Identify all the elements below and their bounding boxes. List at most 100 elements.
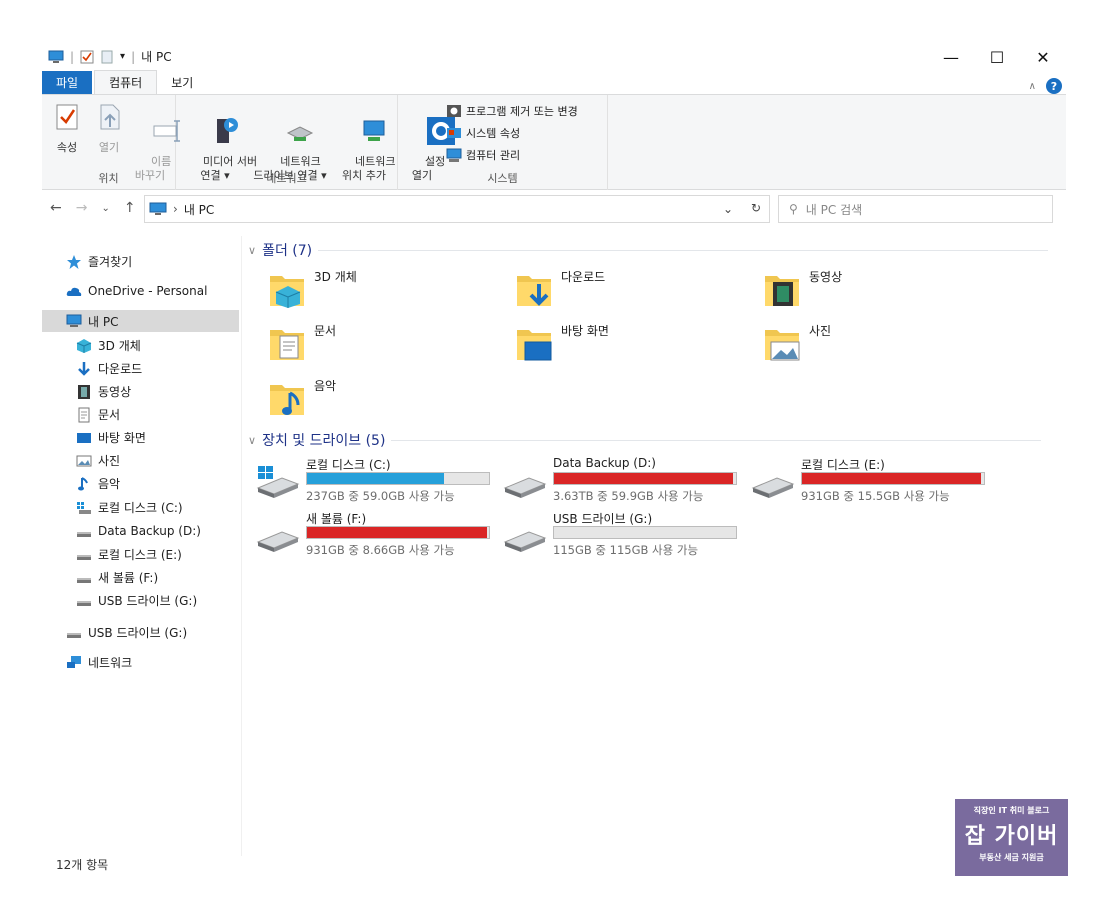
computer-management-label: 컴퓨터 관리 [466,149,521,162]
drive-tile[interactable]: 로컬 디스크 (C:) 237GB 중 59.0GB 사용 가능 [250,456,495,508]
uninstall-program-button[interactable]: 프로그램 제거 또는 변경 [446,103,578,119]
sidebar-item[interactable]: 즐겨찾기 [42,250,239,272]
tab-view[interactable]: 보기 [157,71,207,94]
sidebar-item[interactable]: 음악 [42,472,239,494]
computer-icon [149,202,167,215]
search-box[interactable]: ⚲ 내 PC 검색 [778,195,1053,223]
sidebar-item-label: OneDrive - Personal [88,284,208,298]
watermark-tagline: 직장인 IT 취미 블로그 [973,806,1050,815]
tab-file[interactable]: 파일 [42,71,93,94]
watermark-brand: 잡 가이버 [964,824,1059,849]
quick-access-toolbar: | ▾ | 내 PC [48,48,172,65]
sidebar-item[interactable]: 새 볼륨 (F:) [42,566,239,588]
sidebar-item[interactable]: 로컬 디스크 (C:) [42,496,239,518]
minimize-button[interactable]: — [928,44,974,70]
folder-tile[interactable]: 문서 [250,320,480,368]
drives-section-header[interactable]: ∨ 장치 및 드라이브 (5) [248,430,1042,450]
properties-button[interactable]: 속성 [50,101,84,155]
drive-icon [76,570,92,584]
open-button[interactable]: 열기 [92,101,126,155]
folder-name: 바탕 화면 [561,324,609,338]
drive-name: 로컬 디스크 (C:) [306,458,391,472]
folder-tile[interactable]: 바탕 화면 [497,320,727,368]
drive-tile[interactable]: Data Backup (D:) 3.63TB 중 59.9GB 사용 가능 [497,456,742,508]
sidebar-item-label: 새 볼륨 (F:) [98,570,159,585]
download-arrow-icon [76,361,92,376]
properties-check-icon[interactable] [80,50,94,64]
drive-icon [76,593,92,607]
computer-management-button[interactable]: 컴퓨터 관리 [446,147,520,163]
folder-tile[interactable]: 사진 [745,320,975,368]
sidebar-item-label: 문서 [98,407,121,422]
folder-name: 음악 [314,379,337,393]
drive-free-space: 115GB 중 115GB 사용 가능 [553,543,699,557]
search-placeholder[interactable]: 내 PC 검색 [806,201,862,218]
drive-icon [76,524,92,538]
system-properties-button[interactable]: 시스템 속성 [446,125,520,141]
sidebar-item-label: 3D 개체 [98,338,141,353]
up-arrow-icon[interactable]: ↑ [124,200,136,216]
drive-tile[interactable]: 로컬 디스크 (E:) 931GB 중 15.5GB 사용 가능 [745,456,990,508]
drive-usage-bar [306,526,490,539]
drive-free-space: 237GB 중 59.0GB 사용 가능 [306,489,455,503]
network-location-icon [363,120,385,141]
folder-tile[interactable]: 동영상 [745,266,975,314]
section-collapse-icon[interactable]: ∨ [248,434,256,447]
qat-customize-icon[interactable]: ▾ [120,51,125,62]
sidebar-item[interactable]: 네트워크 [42,651,239,673]
sidebar-item[interactable]: 문서 [42,403,239,425]
sidebar-item[interactable]: 바탕 화면 [42,426,239,448]
folders-section-header[interactable]: ∨ 폴더 (7) [248,240,1049,260]
navigation-pane: 즐겨찾기 OneDrive - Personal 내 PC 3D 개체다운로드동영상문… [42,236,242,856]
sidebar-item[interactable]: 동영상 [42,380,239,402]
sidebar-item-label: 바탕 화면 [98,430,146,445]
music-note-icon [76,476,92,491]
drive-usage-fill [554,473,734,484]
folder-pictures-icon [763,322,803,362]
back-arrow-icon[interactable]: ← [50,200,62,216]
breadcrumb-chevron-icon[interactable]: › [173,202,178,216]
collapse-ribbon-icon[interactable]: ∧ [1029,81,1036,92]
ribbon: 속성 열기 이름 바꾸기 위치 미디어 서버 연결 ▾ 네트워크 드라이브 연결… [42,94,1066,190]
drive-tile[interactable]: USB 드라이브 (G:) 115GB 중 115GB 사용 가능 [497,510,742,562]
address-bar[interactable]: › 내 PC ⌄ ↻ [144,195,770,223]
sidebar-item[interactable]: OneDrive - Personal [42,280,239,302]
recent-locations-chevron-icon[interactable]: ⌄ [101,203,109,214]
sidebar-item[interactable]: Data Backup (D:) [42,520,239,542]
open-label: 열기 [98,141,120,154]
drive-tile[interactable]: 새 볼륨 (F:) 931GB 중 8.66GB 사용 가능 [250,510,495,562]
sidebar-item-label: 음악 [98,476,121,491]
forward-arrow-icon[interactable]: → [76,200,88,216]
drive-icon [503,518,547,552]
title-bar: | ▾ | 내 PC — ☐ ✕ [42,40,1066,72]
folder-tile[interactable]: 다운로드 [497,266,727,314]
address-dropdown-icon[interactable]: ⌄ [723,202,733,216]
sidebar-item[interactable]: 사진 [42,449,239,471]
drives-header-label: 장치 및 드라이브 (5) [262,433,386,449]
refresh-icon[interactable]: ↻ [751,201,761,215]
tab-computer[interactable]: 컴퓨터 [94,70,158,94]
navigation-buttons: ← → ⌄ ↑ [50,200,136,216]
sidebar-item[interactable]: 다운로드 [42,357,239,379]
sidebar-item[interactable]: 로컬 디스크 (E:) [42,543,239,565]
sidebar-item[interactable]: USB 드라이브 (G:) [42,589,239,611]
maximize-button[interactable]: ☐ [974,44,1020,70]
folder-tile[interactable]: 3D 개체 [250,266,480,314]
help-icon[interactable]: ? [1046,78,1062,94]
drive-free-space: 931GB 중 8.66GB 사용 가능 [306,543,455,557]
film-icon [76,384,92,399]
sidebar-item[interactable]: 3D 개체 [42,334,239,356]
window-title: 내 PC [141,50,172,64]
sidebar-item[interactable]: 내 PC [42,310,239,332]
folder-tile[interactable]: 음악 [250,375,480,423]
section-collapse-icon[interactable]: ∨ [248,244,256,257]
picture-icon [76,453,92,467]
new-folder-icon[interactable] [100,50,114,64]
network-icon [66,655,82,669]
group-label-system: 시스템 [487,172,518,185]
sidebar-item-label: 다운로드 [98,361,143,376]
sidebar-item[interactable]: USB 드라이브 (G:) [42,621,239,643]
breadcrumb-current[interactable]: 내 PC [184,201,214,218]
sidebar-item-label: USB 드라이브 (G:) [88,625,188,640]
close-button[interactable]: ✕ [1020,44,1066,70]
